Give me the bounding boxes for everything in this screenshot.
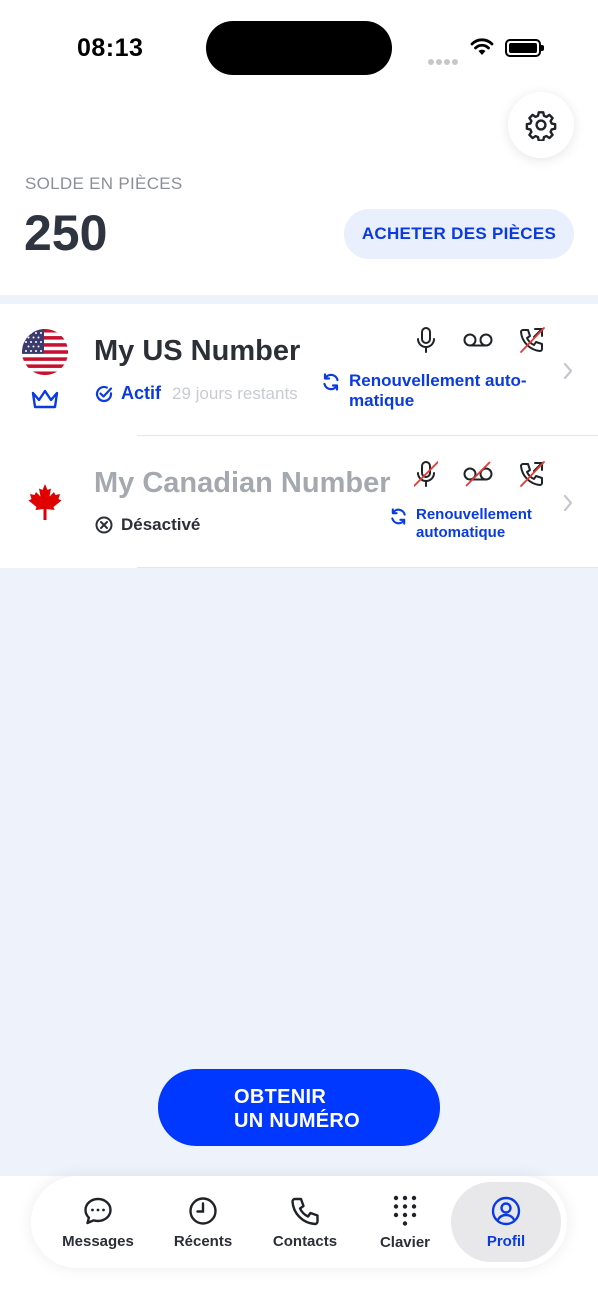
balance-label: SOLDE EN PIÈCES xyxy=(25,174,183,193)
cta-line1: OBTENIR xyxy=(234,1086,327,1108)
number-row-us[interactable]: My US Number Actif 29 jours restants Ren… xyxy=(0,304,598,436)
call-forwarding-off-icon xyxy=(520,327,545,353)
settings-button[interactable] xyxy=(508,92,574,158)
status-active: Actif 29 jours restants xyxy=(94,383,298,404)
row-divider xyxy=(137,567,598,568)
days-remaining: 29 jours restants xyxy=(172,383,298,403)
check-circle-icon xyxy=(95,385,113,402)
auto-renewal-link[interactable]: Renouvellement auto- matique xyxy=(321,371,527,412)
chat-bubble-icon xyxy=(84,1197,112,1224)
renewal-text-line1: Renouvellement xyxy=(416,506,532,523)
x-circle-icon xyxy=(95,516,113,534)
call-forwarding-off-icon xyxy=(520,461,545,487)
tab-bar: Messages Récents Contacts Clavier Profil xyxy=(31,1176,567,1268)
tab-contacts[interactable]: Contacts xyxy=(255,1176,355,1268)
number-name: My Canadian Number xyxy=(94,467,391,499)
status-bar: 08:13 xyxy=(0,0,598,92)
us-flag-icon xyxy=(22,329,68,375)
balance-header: SOLDE EN PIÈCES 250 ACHETER DES PIÈCES xyxy=(0,92,598,295)
balance-value: 250 xyxy=(24,205,108,261)
status-label: Désactivé xyxy=(121,515,201,534)
crown-icon xyxy=(31,389,59,409)
tab-messages[interactable]: Messages xyxy=(45,1176,151,1268)
tab-profile[interactable]: Profil xyxy=(451,1182,561,1262)
cellular-signal-icon xyxy=(428,52,460,70)
keypad-icon xyxy=(393,1195,417,1226)
tab-keypad[interactable]: Clavier xyxy=(357,1176,453,1268)
feature-icons xyxy=(414,460,546,488)
phone-icon xyxy=(291,1197,319,1225)
tab-recents[interactable]: Récents xyxy=(153,1176,253,1268)
battery-icon xyxy=(505,39,544,57)
chevron-right-icon xyxy=(563,362,573,380)
tab-label: Contacts xyxy=(272,1232,338,1250)
clock-icon xyxy=(189,1196,217,1225)
microphone-off-icon xyxy=(414,461,438,487)
chevron-right-icon xyxy=(563,494,573,512)
canada-flag-icon xyxy=(28,484,62,520)
gear-icon xyxy=(525,111,557,141)
tab-label: Messages xyxy=(62,1232,134,1250)
feature-icons xyxy=(414,326,546,354)
voicemail-off-icon xyxy=(463,461,493,487)
cta-line2: UN NUMÉRO xyxy=(234,1110,361,1133)
number-name: My US Number xyxy=(94,335,301,367)
profile-icon xyxy=(491,1196,521,1225)
status-time: 08:13 xyxy=(77,34,144,62)
voicemail-icon xyxy=(463,333,493,347)
renewal-text-line2: matique xyxy=(349,391,415,411)
dynamic-island xyxy=(206,21,392,75)
tab-label: Profil xyxy=(486,1232,526,1250)
section-divider xyxy=(0,295,598,304)
status-disabled: Désactivé xyxy=(94,515,200,535)
buy-coins-button[interactable]: ACHETER DES PIÈCES xyxy=(344,209,574,259)
number-row-canada[interactable]: My Canadian Number Désactivé Renouvellem… xyxy=(0,436,598,568)
refresh-icon xyxy=(323,373,339,391)
refresh-icon xyxy=(391,508,406,525)
renewal-text-line1: Renouvellement auto- xyxy=(349,371,527,390)
wifi-icon xyxy=(470,38,494,55)
get-number-button[interactable]: OBTENIR UN NUMÉRO xyxy=(158,1069,440,1146)
status-label: Actif xyxy=(121,383,161,403)
microphone-icon xyxy=(417,327,435,353)
tab-label: Clavier xyxy=(379,1233,431,1251)
tab-label: Récents xyxy=(173,1232,233,1250)
renewal-text-line2: automatique xyxy=(416,524,506,541)
auto-renewal-link[interactable]: Renouvellement automatique xyxy=(389,506,532,542)
